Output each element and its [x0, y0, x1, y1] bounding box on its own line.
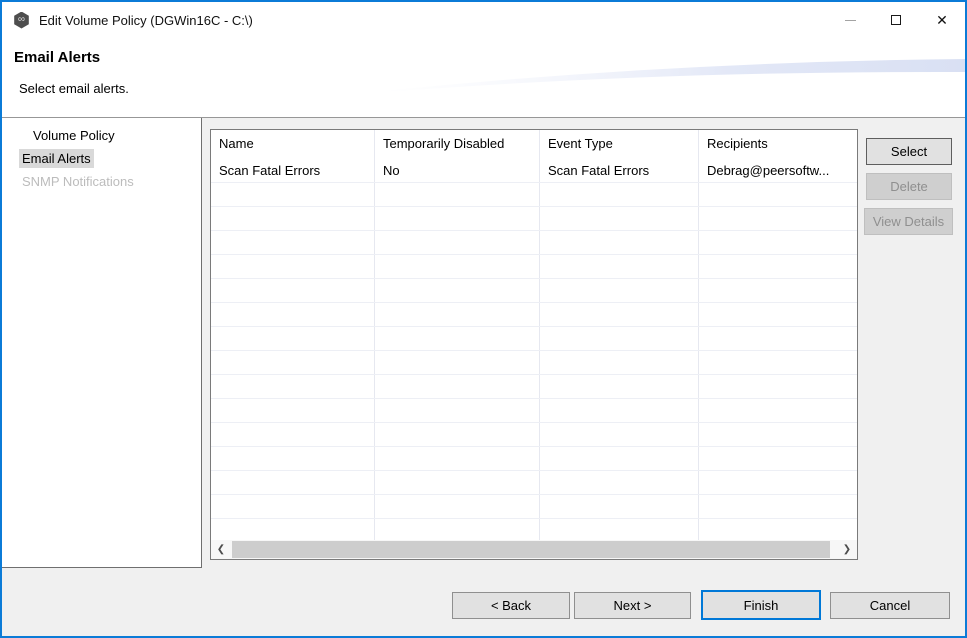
- table-empty-rows: [211, 183, 857, 540]
- table-empty-row: [211, 351, 857, 375]
- column-header-name[interactable]: Name: [211, 130, 375, 159]
- page-title: Email Alerts: [14, 49, 100, 66]
- sidebar-item-volume-policy[interactable]: Volume Policy: [2, 124, 201, 147]
- app-icon: ∞: [13, 12, 30, 29]
- maximize-icon: [891, 15, 901, 25]
- table-empty-row: [211, 495, 857, 519]
- select-button[interactable]: Select: [866, 138, 952, 165]
- sidebar-item-label: Email Alerts: [19, 149, 94, 168]
- edit-volume-policy-dialog: ∞ Edit Volume Policy (DGWin16C - C:\) ✕ …: [0, 0, 967, 638]
- scrollbar-thumb[interactable]: [232, 541, 830, 558]
- table-header-row: Name Temporarily Disabled Event Type Rec…: [211, 130, 857, 159]
- scroll-left-icon[interactable]: ❮: [211, 544, 231, 555]
- back-button[interactable]: < Back: [452, 592, 570, 619]
- table-empty-row: [211, 399, 857, 423]
- table-empty-row: [211, 231, 857, 255]
- column-header-event-type[interactable]: Event Type: [540, 130, 699, 159]
- table-empty-row: [211, 255, 857, 279]
- table-empty-row: [211, 303, 857, 327]
- scroll-right-icon[interactable]: ❯: [837, 544, 857, 555]
- delete-button[interactable]: Delete: [866, 173, 952, 200]
- table-empty-row: [211, 423, 857, 447]
- table-empty-row: [211, 471, 857, 495]
- cell-recipients: Debrag@peersoftw...: [699, 159, 857, 182]
- minimize-button[interactable]: [827, 2, 873, 38]
- cell-name: Scan Fatal Errors: [211, 159, 375, 182]
- minimize-icon: [845, 20, 856, 21]
- table-empty-row: [211, 279, 857, 303]
- next-button[interactable]: Next >: [574, 592, 691, 619]
- table-empty-row: [211, 519, 857, 540]
- window-controls: ✕: [827, 2, 965, 38]
- close-button[interactable]: ✕: [919, 2, 965, 38]
- view-details-button[interactable]: View Details: [864, 208, 953, 235]
- column-header-temporarily-disabled[interactable]: Temporarily Disabled: [375, 130, 540, 159]
- page-subtitle: Select email alerts.: [19, 81, 129, 96]
- sidebar-item-email-alerts[interactable]: Email Alerts: [2, 147, 201, 170]
- column-header-recipients[interactable]: Recipients: [699, 130, 857, 159]
- table-empty-row: [211, 447, 857, 471]
- header-swoosh-decoration: [373, 58, 965, 102]
- cancel-button[interactable]: Cancel: [830, 592, 950, 619]
- table-empty-row: [211, 375, 857, 399]
- horizontal-scrollbar[interactable]: ❮ ❯: [211, 540, 857, 559]
- close-icon: ✕: [936, 13, 948, 27]
- table-empty-row: [211, 327, 857, 351]
- table-empty-row: [211, 183, 857, 207]
- title-bar: ∞ Edit Volume Policy (DGWin16C - C:\) ✕: [2, 2, 965, 38]
- wizard-steps-sidebar: Volume Policy Email Alerts SNMP Notifica…: [2, 118, 202, 568]
- cell-temporarily-disabled: No: [375, 159, 540, 182]
- header: Email Alerts Select email alerts.: [2, 38, 965, 117]
- window-title: Edit Volume Policy (DGWin16C - C:\): [39, 13, 253, 28]
- sidebar-item-label: SNMP Notifications: [19, 172, 137, 191]
- table-empty-row: [211, 207, 857, 231]
- finish-button[interactable]: Finish: [701, 590, 821, 620]
- table-grid: Name Temporarily Disabled Event Type Rec…: [211, 130, 857, 540]
- maximize-button[interactable]: [873, 2, 919, 38]
- table-row[interactable]: Scan Fatal Errors No Scan Fatal Errors D…: [211, 159, 857, 183]
- email-alerts-table: Name Temporarily Disabled Event Type Rec…: [210, 129, 858, 560]
- cell-event-type: Scan Fatal Errors: [540, 159, 699, 182]
- sidebar-item-snmp-notifications[interactable]: SNMP Notifications: [2, 170, 201, 193]
- sidebar-item-label: Volume Policy: [30, 126, 118, 145]
